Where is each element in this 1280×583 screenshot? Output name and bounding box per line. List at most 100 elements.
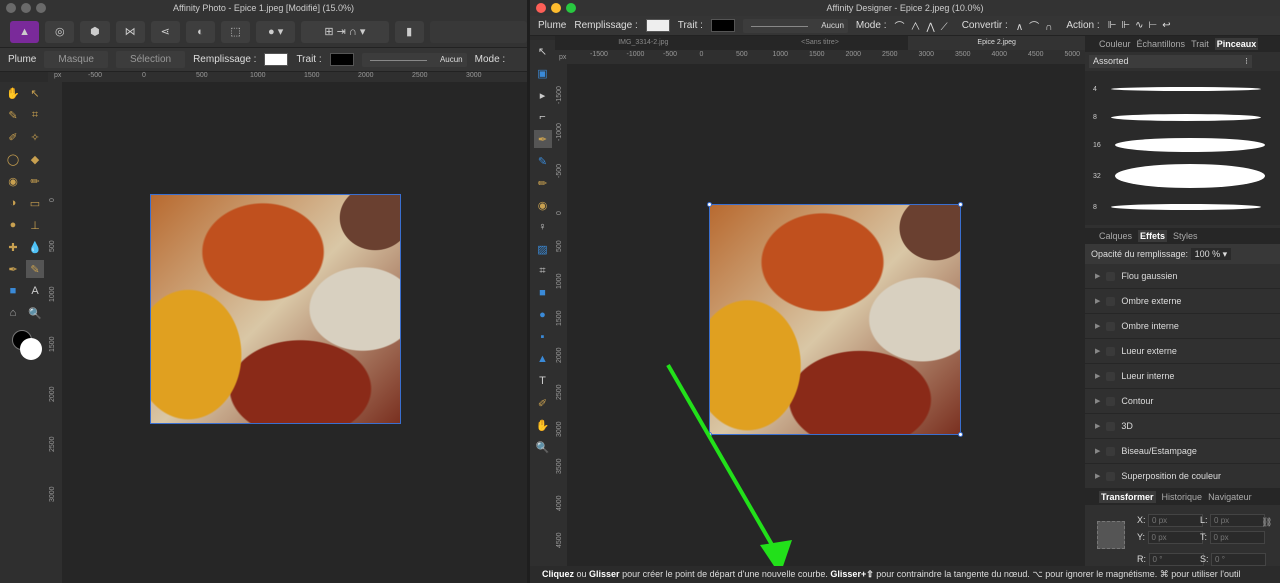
tab-styles[interactable]: Styles	[1173, 231, 1198, 241]
tab-pinceaux[interactable]: Pinceaux	[1214, 38, 1259, 50]
rectangle-tool-icon[interactable]: ■	[4, 282, 22, 300]
lasso-icon[interactable]: ◯	[4, 150, 22, 168]
fill-tool-icon[interactable]: ◆	[26, 150, 44, 168]
hand-tool-icon[interactable]: ✋	[4, 84, 22, 102]
context-toolbar: Plume Masque Sélection Remplissage : Tra…	[0, 48, 527, 72]
rotation-field[interactable]: 0 °	[1148, 553, 1204, 566]
blur-icon[interactable]: 💧	[26, 238, 44, 256]
fill-opacity-dropdown[interactable]: 100 % ▾	[1190, 248, 1232, 260]
erase-icon[interactable]: ◑	[4, 194, 22, 212]
minimize-button[interactable]	[21, 3, 31, 13]
color-swatches[interactable]	[4, 328, 44, 364]
expand-triangle-icon[interactable]: ▶	[1095, 297, 1100, 305]
effect-row[interactable]: ▶ Ombre interne	[1085, 314, 1280, 339]
effect-row[interactable]: ▶ Contour	[1085, 389, 1280, 414]
effect-label: Lueur externe	[1121, 346, 1177, 356]
effect-checkbox[interactable]	[1106, 371, 1116, 381]
mask-dropdown[interactable]: ● ▾	[256, 20, 296, 43]
selection-brush-icon[interactable]: ✐	[4, 128, 22, 146]
tab-echantillons[interactable]: Échantillons	[1137, 39, 1186, 49]
effect-row[interactable]: ▶ Lueur externe	[1085, 339, 1280, 364]
brush-item[interactable]: 8	[1085, 193, 1280, 221]
tab-couleur[interactable]: Couleur	[1099, 39, 1131, 49]
tab-trait[interactable]: Trait	[1191, 39, 1209, 49]
effect-row[interactable]: ▶ Superposition de couleur	[1085, 464, 1280, 489]
clone-icon[interactable]: ⊥	[26, 216, 44, 234]
marquee-icon[interactable]: ⬚	[221, 20, 251, 43]
effect-row[interactable]: ▶ Biseau/Estampage	[1085, 439, 1280, 464]
dodge-icon[interactable]: ●	[4, 216, 22, 234]
eraser-icon[interactable]: ▭	[26, 194, 44, 212]
quick-mask-icon[interactable]: ▮	[394, 20, 424, 43]
effect-checkbox[interactable]	[1106, 346, 1116, 356]
move-tool-icon[interactable]: ↖	[26, 84, 44, 102]
effect-checkbox[interactable]	[1106, 321, 1116, 331]
tone-mapping-persona-icon[interactable]: ⋈	[115, 20, 145, 43]
anchor-selector[interactable]	[1097, 521, 1125, 549]
brush-item[interactable]: 16	[1085, 131, 1280, 159]
expand-triangle-icon[interactable]: ▶	[1095, 272, 1100, 280]
brush-item[interactable]: 32	[1085, 159, 1280, 193]
effect-checkbox[interactable]	[1106, 296, 1116, 306]
fill-swatch[interactable]	[264, 53, 289, 66]
fill-label: Remplissage :	[193, 54, 257, 65]
mask-button[interactable]: Masque	[44, 51, 108, 68]
expand-triangle-icon[interactable]: ▶	[1095, 322, 1100, 330]
expand-triangle-icon[interactable]: ▶	[1095, 472, 1100, 480]
color-wheel-icon[interactable]: ◐	[185, 20, 216, 43]
selection-button[interactable]: Sélection	[115, 51, 186, 68]
y-field[interactable]: 0 px	[1147, 531, 1203, 544]
effect-checkbox[interactable]	[1106, 421, 1116, 431]
pen-tool-icon[interactable]: ✒	[4, 260, 22, 278]
arrange-buttons[interactable]	[429, 20, 527, 43]
tab-effets[interactable]: Effets	[1138, 230, 1168, 242]
tab-historique[interactable]: Historique	[1162, 492, 1203, 502]
stroke-swatch[interactable]	[329, 53, 354, 66]
vertical-ruler: 0 500 1000 1500 2000 2500 3000	[48, 82, 62, 583]
tab-transformer[interactable]: Transformer	[1099, 491, 1156, 503]
photo-persona-icon[interactable]: ▲	[10, 20, 40, 43]
expand-triangle-icon[interactable]: ▶	[1095, 372, 1100, 380]
brush-category-select[interactable]: Assorted ⁝	[1089, 55, 1252, 68]
crop-tool-icon[interactable]: ⌗	[26, 106, 44, 124]
brush-item[interactable]: 8	[1085, 103, 1280, 131]
color-picker-icon[interactable]: ◉	[4, 172, 22, 190]
brush-item[interactable]: 4	[1085, 75, 1280, 103]
share-icon[interactable]: ⋖	[150, 20, 180, 43]
tab-navigateur[interactable]: Navigateur	[1208, 492, 1252, 502]
effect-row[interactable]: ▶ Ombre externe	[1085, 289, 1280, 314]
liquify-persona-icon[interactable]: ◎	[45, 20, 75, 43]
brush-icon[interactable]: ✏	[26, 172, 44, 190]
canvas[interactable]	[62, 82, 527, 583]
expand-triangle-icon[interactable]: ▶	[1095, 397, 1100, 405]
width-field[interactable]: 0 px	[1210, 514, 1266, 527]
lock-ratio-icon[interactable]: ⛓	[1261, 517, 1272, 528]
mesh-warp-icon[interactable]: ⌂	[4, 304, 22, 322]
effect-checkbox[interactable]	[1106, 396, 1116, 406]
shear-field[interactable]: 0 °	[1211, 553, 1267, 566]
effect-checkbox[interactable]	[1106, 271, 1116, 281]
height-field[interactable]: 0 px	[1209, 531, 1265, 544]
expand-triangle-icon[interactable]: ▶	[1095, 422, 1100, 430]
text-tool-icon[interactable]: A	[26, 282, 44, 300]
stroke-width-slider[interactable]: Aucun	[361, 52, 467, 67]
expand-triangle-icon[interactable]: ▶	[1095, 447, 1100, 455]
effect-row[interactable]: ▶ Flou gaussien	[1085, 264, 1280, 289]
effect-checkbox[interactable]	[1106, 471, 1116, 481]
tab-calques[interactable]: Calques	[1099, 231, 1132, 241]
zoom-tool-icon[interactable]: 🔍	[26, 304, 44, 322]
spice-image[interactable]	[150, 194, 401, 424]
expand-triangle-icon[interactable]: ▶	[1095, 347, 1100, 355]
healing-icon[interactable]: ✚	[4, 238, 22, 256]
zoom-button[interactable]	[36, 3, 46, 13]
close-button[interactable]	[6, 3, 16, 13]
magic-wand-icon[interactable]: ✧	[26, 128, 44, 146]
develop-persona-icon[interactable]: ⬢	[80, 20, 110, 43]
effect-row[interactable]: ▶ Lueur interne	[1085, 364, 1280, 389]
pencil-tool-icon[interactable]: ✎	[26, 260, 44, 278]
effect-row[interactable]: ▶ 3D	[1085, 414, 1280, 439]
snapping-controls[interactable]: ⊞ ⇥ ∩ ▾	[301, 20, 389, 43]
effect-checkbox[interactable]	[1106, 446, 1116, 456]
x-field[interactable]: 0 px	[1148, 514, 1204, 527]
eyedropper-icon[interactable]: ✎	[4, 106, 22, 124]
